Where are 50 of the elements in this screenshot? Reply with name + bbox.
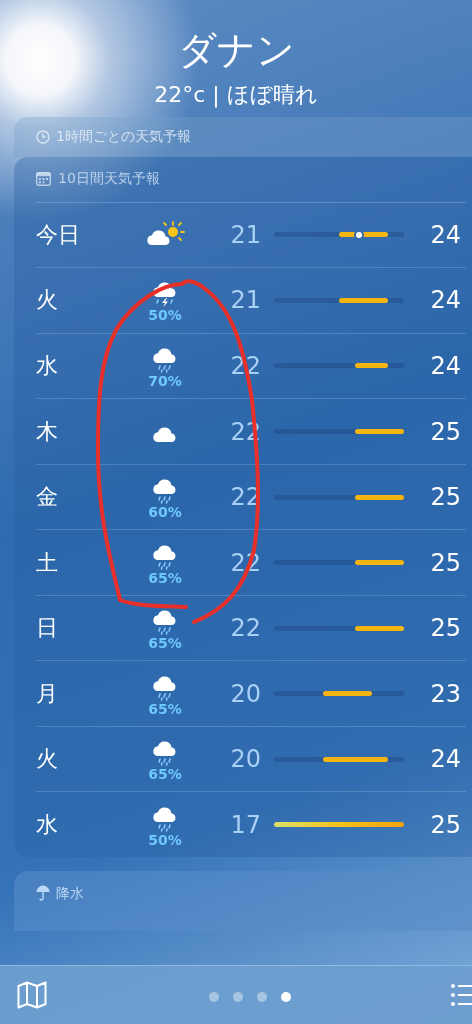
high-temperature: 24 xyxy=(429,350,461,381)
low-temperature: 21 xyxy=(229,219,261,250)
page-dot[interactable] xyxy=(233,992,243,1002)
day-label: 今日 xyxy=(36,220,81,249)
high-temperature: 24 xyxy=(429,744,461,775)
hourly-forecast-card[interactable]: 1時間ごとの天気予報 xyxy=(14,117,472,157)
high-temperature: 25 xyxy=(429,416,461,447)
city-name: ダナン xyxy=(177,28,295,72)
page-dot[interactable] xyxy=(209,992,219,1002)
low-temperature: 22 xyxy=(229,613,261,644)
high-temperature: 24 xyxy=(429,285,461,316)
day-label: 月 xyxy=(36,679,59,708)
rain-chance: 65% xyxy=(148,700,182,717)
list-icon[interactable] xyxy=(450,982,472,1008)
card-title: 1時間ごとの天気予報 xyxy=(56,128,191,146)
page-dot[interactable] xyxy=(257,992,267,1002)
high-temperature: 23 xyxy=(429,678,461,709)
clock-icon xyxy=(36,130,50,144)
page-dot[interactable] xyxy=(281,992,291,1002)
high-temperature: 24 xyxy=(429,219,461,250)
high-temperature: 25 xyxy=(429,547,461,578)
card-title: 降水 xyxy=(56,885,84,903)
rain-chance: 50% xyxy=(148,831,182,848)
rain-chance: 70% xyxy=(148,372,182,389)
day-label: 火 xyxy=(36,745,59,774)
high-temperature: 25 xyxy=(429,809,461,840)
day-label: 火 xyxy=(36,286,59,315)
day-label: 水 xyxy=(36,810,59,839)
current-conditions: 22°c | ほぼ晴れ xyxy=(154,81,318,110)
low-temperature: 20 xyxy=(229,678,261,709)
rain-chance: 60% xyxy=(148,504,182,521)
day-label: 土 xyxy=(36,548,59,577)
rain-chance: 65% xyxy=(148,569,182,586)
low-temperature: 20 xyxy=(229,744,261,775)
day-label: 金 xyxy=(36,483,59,512)
rain-chance: 65% xyxy=(148,766,182,783)
map-icon[interactable] xyxy=(17,981,47,1009)
day-label: 日 xyxy=(36,614,59,643)
high-temperature: 25 xyxy=(429,482,461,513)
rain-chance: 50% xyxy=(148,307,182,324)
day-label: 水 xyxy=(36,351,59,380)
umbrella-icon xyxy=(36,885,50,901)
precipitation-card[interactable]: 降水 xyxy=(14,871,472,931)
rain-chance: 65% xyxy=(148,635,182,652)
low-temperature: 17 xyxy=(229,809,261,840)
calendar-icon xyxy=(36,172,51,187)
card-title: 10日間天気予報 xyxy=(58,170,160,189)
high-temperature: 25 xyxy=(429,613,461,644)
day-label: 木 xyxy=(36,417,59,446)
low-temperature: 21 xyxy=(229,285,261,316)
